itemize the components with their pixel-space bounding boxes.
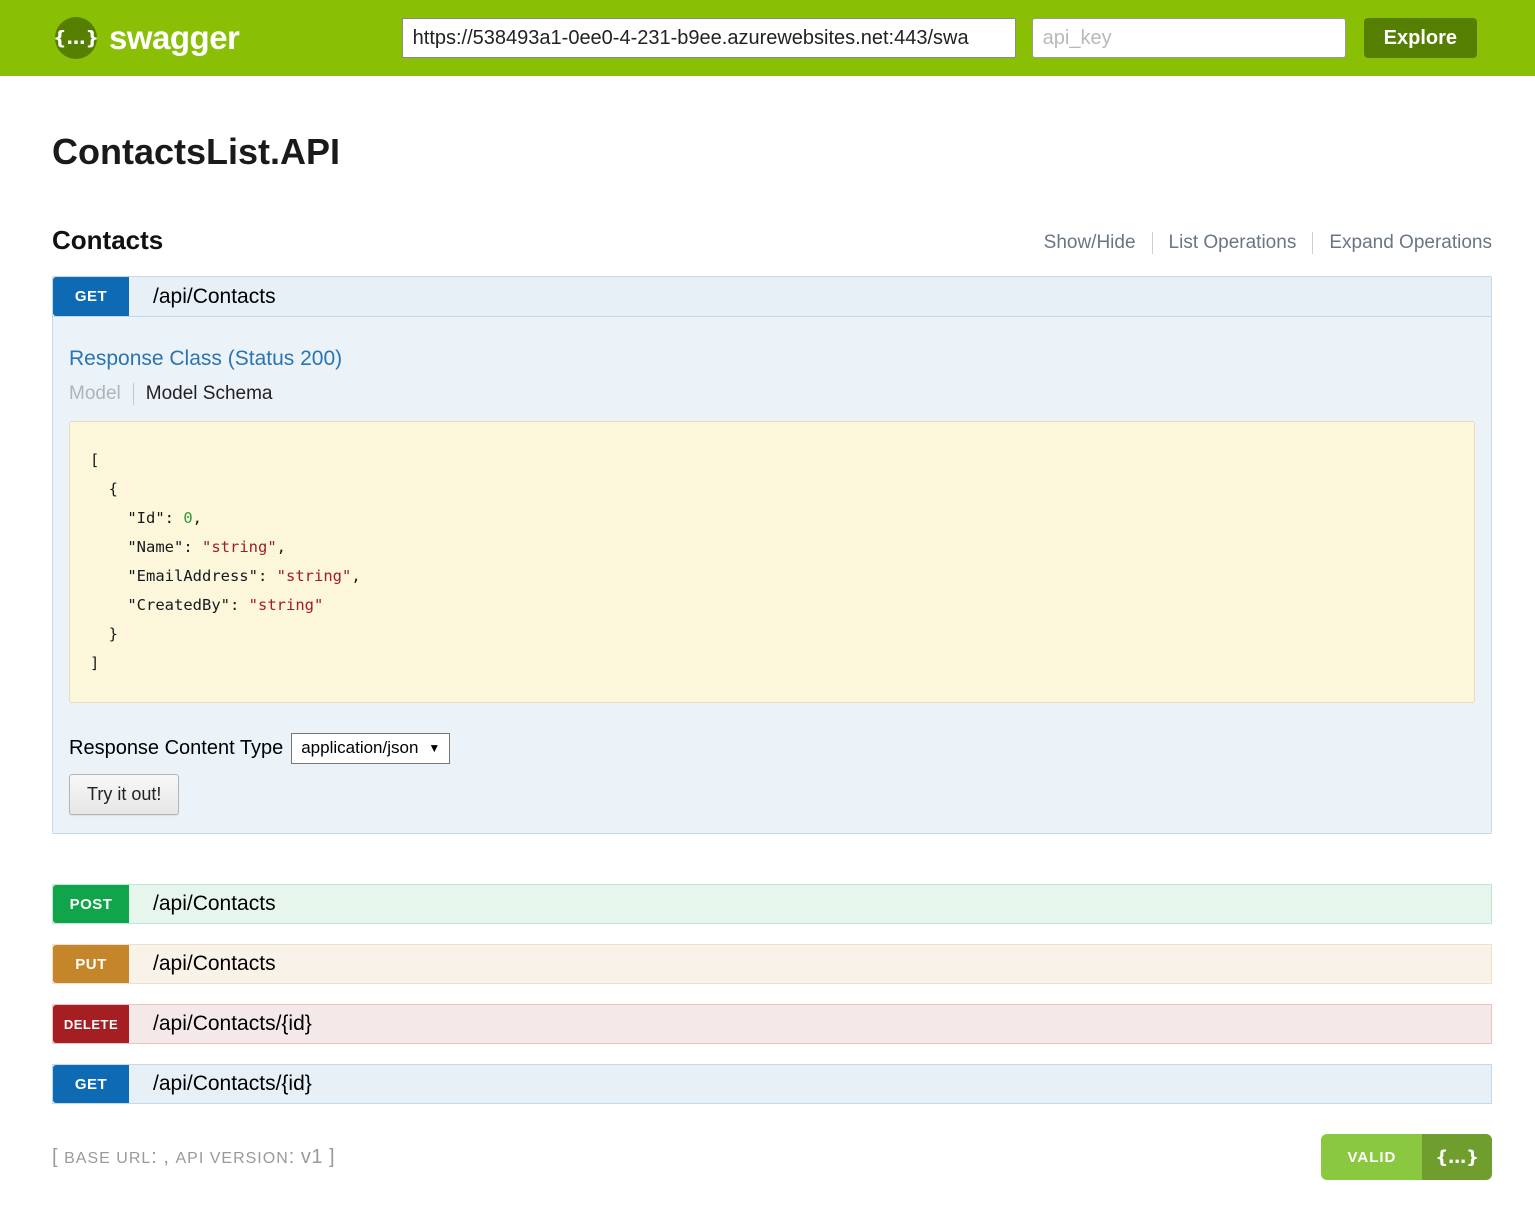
operation-put-contacts-path[interactable]: /api/Contacts xyxy=(129,945,276,983)
brand-name: swagger xyxy=(109,19,239,57)
explore-button[interactable]: Explore xyxy=(1364,18,1477,58)
delete-method-badge: DELETE xyxy=(53,1005,129,1043)
operation-post-contacts-header[interactable]: POST /api/Contacts xyxy=(52,884,1492,924)
get-id-method-badge: GET xyxy=(53,1065,129,1103)
response-content-type-select[interactable]: application/json ▼ xyxy=(291,733,450,764)
valid-label: VALID xyxy=(1321,1134,1422,1180)
expand-operations-link[interactable]: Expand Operations xyxy=(1312,232,1492,254)
swagger-validator-badge[interactable]: VALID {…} xyxy=(1321,1134,1492,1180)
response-content-type-value: application/json xyxy=(301,738,418,758)
list-operations-link[interactable]: List Operations xyxy=(1152,232,1313,254)
resource-heading: Contacts Show/Hide List Operations Expan… xyxy=(52,225,1492,256)
base-url-label: BASE URL xyxy=(64,1150,151,1167)
put-method-badge: PUT xyxy=(53,945,129,983)
curly-braces-icon: {…} xyxy=(1422,1134,1492,1180)
resource-name-link[interactable]: Contacts xyxy=(52,225,163,256)
operation-get-contacts-id: GET /api/Contacts/{id} xyxy=(52,1064,1492,1104)
page-footer: [ BASE URL: , API VERSION: v1 ] VALID {…… xyxy=(52,1134,1492,1180)
operation-get-contacts-id-path[interactable]: /api/Contacts/{id} xyxy=(129,1065,312,1103)
tab-model-schema[interactable]: Model Schema xyxy=(133,383,273,405)
api-key-input[interactable] xyxy=(1032,18,1346,58)
operation-post-contacts-path[interactable]: /api/Contacts xyxy=(129,885,276,923)
show-hide-link[interactable]: Show/Hide xyxy=(1028,232,1152,254)
chevron-down-icon: ▼ xyxy=(428,741,440,755)
get-method-badge: GET xyxy=(53,277,129,316)
main-content: ContactsList.API Contacts Show/Hide List… xyxy=(52,131,1492,1104)
top-navbar: {…} swagger Explore xyxy=(0,0,1535,76)
swagger-brand-link[interactable]: {…} swagger xyxy=(55,17,239,59)
resource-options: Show/Hide List Operations Expand Operati… xyxy=(1028,232,1492,256)
api-version-value: v1 xyxy=(301,1146,323,1168)
try-it-out-button[interactable]: Try it out! xyxy=(69,774,179,815)
operation-get-contacts-path[interactable]: /api/Contacts xyxy=(129,277,276,316)
swagger-logo-icon: {…} xyxy=(55,17,97,59)
model-schema-code: [ { "Id": 0, "Name": "string", "EmailAdd… xyxy=(69,421,1475,703)
operation-get-contacts: GET /api/Contacts Response Class (Status… xyxy=(52,276,1492,834)
api-version-label: API VERSION xyxy=(176,1150,289,1167)
operation-delete-contacts-id-path[interactable]: /api/Contacts/{id} xyxy=(129,1005,312,1043)
operation-get-contacts-header[interactable]: GET /api/Contacts xyxy=(53,277,1491,317)
operation-get-contacts-id-header[interactable]: GET /api/Contacts/{id} xyxy=(52,1064,1492,1104)
response-content-type-label: Response Content Type xyxy=(69,737,283,760)
operation-get-contacts-body: Response Class (Status 200) Model Model … xyxy=(53,317,1491,833)
base-url-info: [ BASE URL: , API VERSION: v1 ] xyxy=(52,1146,335,1169)
operation-delete-contacts-id-header[interactable]: DELETE /api/Contacts/{id} xyxy=(52,1004,1492,1044)
response-class-heading: Response Class (Status 200) xyxy=(69,347,1475,371)
operation-put-contacts-header[interactable]: PUT /api/Contacts xyxy=(52,944,1492,984)
post-method-badge: POST xyxy=(53,885,129,923)
api-url-input[interactable] xyxy=(402,18,1016,58)
tab-model[interactable]: Model xyxy=(69,383,133,405)
operation-put-contacts: PUT /api/Contacts xyxy=(52,944,1492,984)
page-title: ContactsList.API xyxy=(52,131,1492,173)
response-content-type-row: Response Content Type application/json ▼ xyxy=(69,733,1475,764)
model-tabs: Model Model Schema xyxy=(69,383,1475,405)
api-explore-form: Explore xyxy=(402,18,1477,58)
operation-post-contacts: POST /api/Contacts xyxy=(52,884,1492,924)
operation-delete-contacts-id: DELETE /api/Contacts/{id} xyxy=(52,1004,1492,1044)
